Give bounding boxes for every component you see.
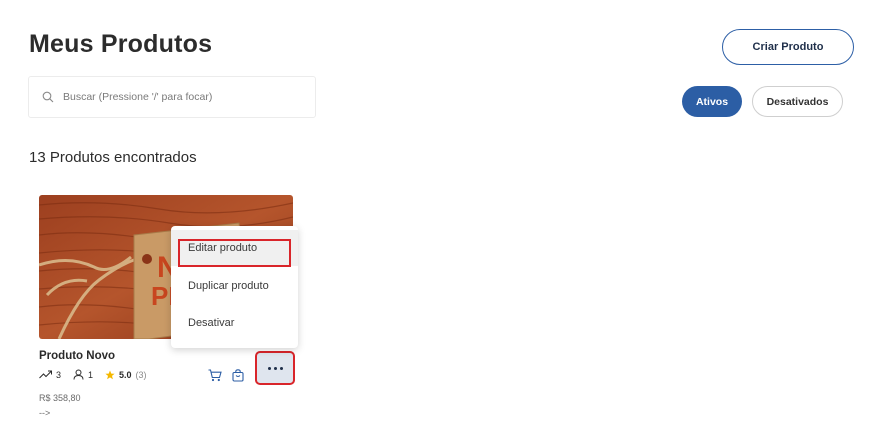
product-options-menu: Editar produto Duplicar produto Desativa… — [171, 226, 298, 348]
more-options-dot — [273, 366, 277, 370]
search-box[interactable] — [28, 76, 316, 118]
menu-item-edit-product[interactable]: Editar produto — [171, 230, 298, 267]
more-options-icon — [267, 366, 271, 370]
product-name[interactable]: Produto Novo — [39, 350, 115, 362]
menu-item-duplicate-product[interactable]: Duplicar produto — [171, 268, 298, 304]
customers-count: 1 — [88, 369, 94, 380]
product-price: R$ 358,80 — [39, 393, 81, 403]
highlight-box — [178, 239, 291, 267]
menu-item-label: Duplicar produto — [188, 280, 269, 292]
rating-stat: 5.0 (3) — [105, 370, 147, 380]
search-icon — [42, 91, 54, 103]
create-product-button[interactable]: Criar Produto — [722, 29, 854, 65]
cart-icon[interactable] — [208, 369, 222, 387]
bag-icon[interactable] — [232, 369, 244, 387]
star-icon — [105, 370, 115, 379]
customers-stat: 1 — [73, 369, 93, 380]
sales-count: 3 — [56, 369, 62, 380]
user-icon — [73, 369, 84, 380]
rating-value: 5.0 — [119, 369, 132, 380]
product-stats: 3 1 5.0 (3) — [39, 369, 155, 380]
menu-item-label: Desativar — [188, 317, 235, 329]
rating-count: (3) — [135, 369, 147, 380]
page-title: Meus Produtos — [29, 30, 213, 58]
trailing-text: --> — [39, 408, 51, 418]
more-options-dot — [279, 366, 283, 370]
more-options-button[interactable] — [255, 351, 295, 385]
sales-stat: 3 — [39, 370, 61, 380]
results-count: 13 Produtos encontrados — [29, 149, 197, 166]
search-input[interactable] — [63, 91, 303, 103]
menu-item-deactivate[interactable]: Desativar — [171, 305, 298, 341]
filter-active-button[interactable]: Ativos — [682, 86, 742, 117]
trending-up-icon — [39, 370, 52, 379]
filter-inactive-button[interactable]: Desativados — [752, 86, 843, 117]
